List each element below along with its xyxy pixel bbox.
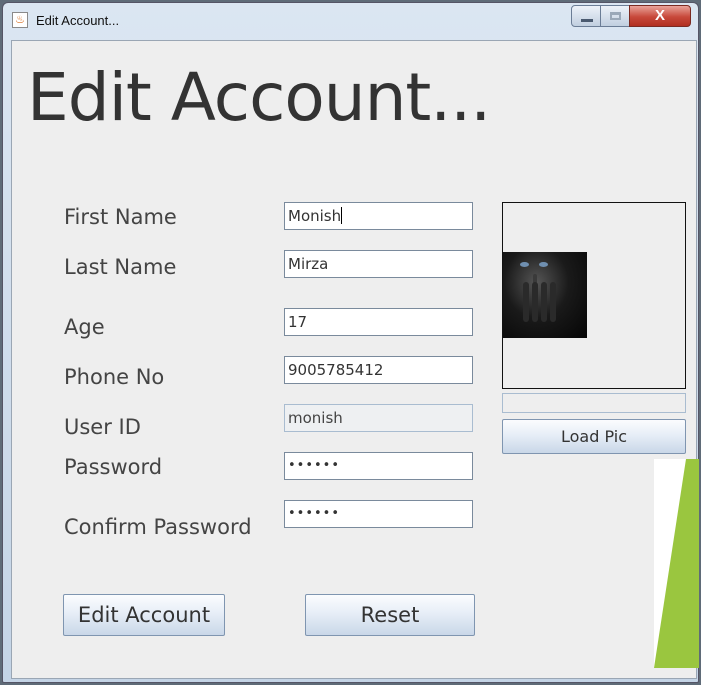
form-panel: Edit Account... First Name Last Name Age… bbox=[11, 40, 699, 679]
age-label: Age bbox=[64, 315, 105, 339]
photo-finger bbox=[550, 282, 556, 322]
profile-photo bbox=[503, 252, 587, 338]
minimize-button[interactable] bbox=[571, 5, 601, 27]
first-name-value: Monish bbox=[288, 207, 342, 225]
photo-eye-right bbox=[539, 262, 548, 267]
confirm-password-label: Confirm Password bbox=[64, 515, 252, 539]
last-name-label: Last Name bbox=[64, 255, 177, 279]
close-icon: X bbox=[654, 7, 665, 24]
decorative-green-shape bbox=[654, 459, 699, 668]
reset-button[interactable]: Reset bbox=[305, 594, 475, 636]
age-field[interactable]: 17 bbox=[284, 308, 473, 336]
user-id-label: User ID bbox=[64, 415, 141, 439]
minimize-icon bbox=[581, 19, 593, 22]
maximize-button[interactable] bbox=[600, 5, 630, 27]
first-name-field[interactable]: Monish bbox=[284, 202, 473, 230]
window-title: Edit Account... bbox=[36, 13, 120, 28]
edit-account-button[interactable]: Edit Account bbox=[63, 594, 225, 636]
close-button[interactable]: X bbox=[629, 5, 691, 27]
text-caret bbox=[341, 207, 343, 224]
last-name-field[interactable]: Mirza bbox=[284, 250, 473, 278]
app-window: ♨ Edit Account... X Edit Account... Firs… bbox=[2, 2, 699, 683]
maximize-icon bbox=[610, 12, 621, 20]
photo-eye-left bbox=[520, 262, 529, 267]
photo-finger bbox=[523, 282, 529, 322]
password-field[interactable]: •••••• bbox=[284, 452, 473, 480]
photo-finger bbox=[532, 282, 538, 322]
title-bar[interactable]: ♨ Edit Account... X bbox=[3, 3, 698, 37]
phone-field[interactable]: 9005785412 bbox=[284, 356, 473, 384]
java-cup-icon: ♨ bbox=[12, 12, 28, 28]
load-pic-button[interactable]: Load Pic bbox=[502, 419, 686, 454]
profile-picture-frame bbox=[502, 202, 686, 389]
confirm-password-field[interactable]: •••••• bbox=[284, 500, 473, 528]
photo-finger bbox=[541, 282, 547, 322]
first-name-label: First Name bbox=[64, 205, 177, 229]
phone-label: Phone No bbox=[64, 365, 165, 389]
password-label: Password bbox=[64, 455, 163, 479]
user-id-field: monish bbox=[284, 404, 473, 432]
picture-path-field bbox=[502, 393, 686, 413]
page-title: Edit Account... bbox=[27, 59, 491, 136]
